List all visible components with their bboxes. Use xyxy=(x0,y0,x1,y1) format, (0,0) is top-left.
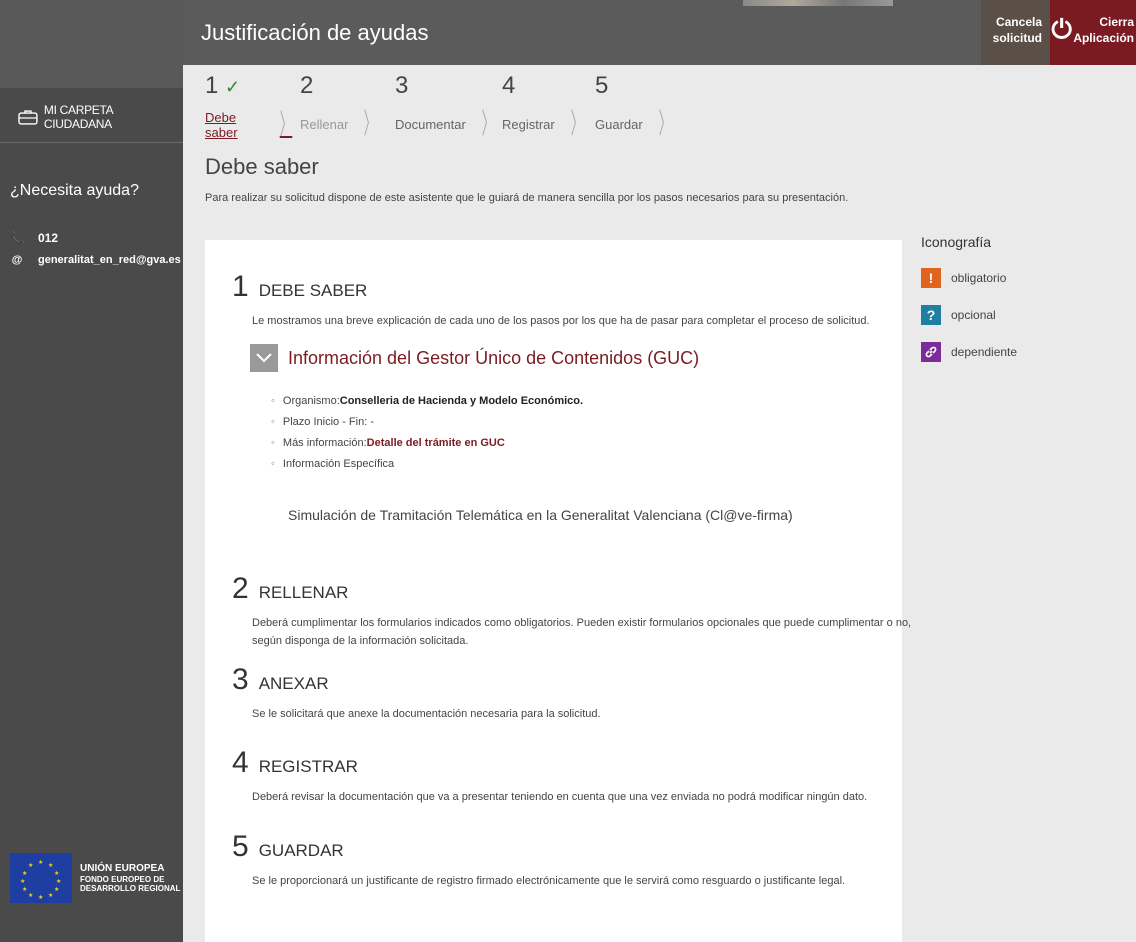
page-title: Debe saber xyxy=(205,154,319,179)
phone-icon: 📞 xyxy=(10,231,25,245)
step-2[interactable]: 2 Rellenar 〉 xyxy=(300,72,395,140)
legend-item: ? opcional xyxy=(921,305,1017,325)
section-title: RELLENAR xyxy=(258,583,349,602)
check-icon: ✓ xyxy=(225,77,241,97)
section-title: REGISTRAR xyxy=(258,757,358,776)
at-icon: @ xyxy=(11,254,23,266)
section-desc: Deberá revisar la documentación que va a… xyxy=(252,791,868,803)
step-5[interactable]: 5 Guardar 〉 xyxy=(595,72,685,140)
section-registrar: 4 REGISTRAR Deberá revisar la documentaci… xyxy=(232,746,912,806)
section-desc: Deberá cumplimentar los formularios indi… xyxy=(252,617,912,648)
email-contact[interactable]: @ generalitat_en_red@gva.es xyxy=(10,254,181,266)
app-title: Justificación de ayudas xyxy=(201,20,429,45)
section-guardar: 5 GUARDAR Se le proporcionará un justific… xyxy=(232,830,912,890)
close-app-button[interactable]: ⏻ Cierra Aplicación xyxy=(1050,0,1136,65)
step-label: Registrar xyxy=(502,116,555,132)
section-title: GUARDAR xyxy=(258,841,344,860)
logo-area xyxy=(0,0,183,88)
email-address: generalitat_en_red@gva.es xyxy=(38,254,181,266)
iconography-legend: Iconografía ! obligatorio ? opcional dep… xyxy=(921,234,1017,379)
eu-logo: ★ ★ ★ ★ ★ ★ ★ ★ ★ ★ ★ ★ UNIÓN EUROPEA FONDO EUROPEO… xyxy=(10,853,180,903)
briefcase-icon xyxy=(18,110,38,125)
step-label: Debe saber xyxy=(205,110,238,140)
guc-toggle[interactable]: Información del Gestor Único de Contenid… xyxy=(250,344,699,372)
section-title: ANEXAR xyxy=(258,674,329,693)
section-desc: Se le proporcionará un justificante de r… xyxy=(252,875,846,887)
section-title: DEBE SABER xyxy=(258,281,368,300)
step-label: Guardar xyxy=(595,116,643,132)
mi-carpeta-label: MI CARPETA CIUDADANA xyxy=(43,103,113,131)
power-icon: ⏻ xyxy=(1051,14,1072,44)
section-debe-saber: 1 DEBE SABER Le mostramos una breve expli… xyxy=(232,270,912,330)
wizard-steps: 1 ✓ Debe saber 〉 2 Rellenar 〉 3 Documentar… xyxy=(205,72,685,140)
chevron-right-icon: 〉 xyxy=(570,108,584,139)
section-anexar: 3 ANEXAR Se le solicitará que anexe la do… xyxy=(232,663,912,723)
help-title: ¿Necesita ayuda? xyxy=(10,182,139,199)
header-image xyxy=(743,0,893,6)
divider xyxy=(0,142,183,143)
list-item: Más información:Detalle del trámite en G… xyxy=(271,437,583,449)
phone-contact[interactable]: 📞 012 xyxy=(10,231,58,245)
question-icon: ? xyxy=(921,305,941,325)
cancel-request-button[interactable]: Cancela solicitud xyxy=(981,0,1050,65)
step-1[interactable]: 1 ✓ Debe saber 〉 xyxy=(205,72,300,140)
guc-title: Información del Gestor Único de Contenid… xyxy=(288,347,700,368)
page-subtitle: Para realizar su solicitud dispone de es… xyxy=(205,192,849,204)
list-item: Información Específica xyxy=(271,458,583,470)
step-label: Documentar xyxy=(395,116,466,132)
section-rellenar: 2 RELLENAR Deberá cumplimentar los formul… xyxy=(232,572,912,650)
left-sidebar: MI CARPETA CIUDADANA ¿Necesita ayuda? 📞 … xyxy=(0,0,183,942)
chevron-right-icon: 〉 xyxy=(279,109,293,140)
simulation-text: Simulación de Tramitación Telemática en … xyxy=(288,507,793,523)
chevron-right-icon: 〉 xyxy=(658,108,672,139)
mi-carpeta-link[interactable]: MI CARPETA CIUDADANA xyxy=(18,103,183,131)
section-desc: Le mostramos una breve explicación de ca… xyxy=(252,315,870,327)
step-4[interactable]: 4 Registrar 〉 xyxy=(502,72,595,140)
phone-number: 012 xyxy=(38,231,59,245)
list-item: Organismo:Conselleria de Hacienda y Mode… xyxy=(271,395,583,407)
step-3[interactable]: 3 Documentar 〉 xyxy=(395,72,502,140)
legend-item: ! obligatorio xyxy=(921,268,1017,288)
legend-item: dependiente xyxy=(921,342,1017,362)
list-item: Plazo Inicio - Fin: - xyxy=(271,416,583,428)
chevron-right-icon: 〉 xyxy=(481,108,495,139)
legend-label: dependiente xyxy=(951,345,1018,359)
chevron-down-icon[interactable] xyxy=(250,344,278,372)
eu-text: UNIÓN EUROPEA FONDO EUROPEO DE DESARROLL… xyxy=(80,863,181,893)
step-label: Rellenar xyxy=(300,116,349,132)
guc-detail-link[interactable]: Detalle del trámite en GUC xyxy=(367,437,505,449)
legend-label: obligatorio xyxy=(951,271,1007,285)
guc-info-list: Organismo:Conselleria de Hacienda y Mode… xyxy=(271,395,583,479)
chevron-right-icon: 〉 xyxy=(364,108,377,139)
section-desc: Se le solicitará que anexe la documentac… xyxy=(252,708,601,720)
exclamation-icon: ! xyxy=(921,268,941,288)
main-panel: 1 DEBE SABER Le mostramos una breve expli… xyxy=(205,240,911,942)
eu-flag-icon: ★ ★ ★ ★ ★ ★ ★ ★ ★ ★ ★ ★ xyxy=(10,853,72,903)
legend-title: Iconografía xyxy=(921,234,992,250)
link-icon xyxy=(921,342,941,362)
legend-label: opcional xyxy=(951,308,996,322)
top-bar: Justificación de ayudas Cancela solicitu… xyxy=(183,0,1136,65)
